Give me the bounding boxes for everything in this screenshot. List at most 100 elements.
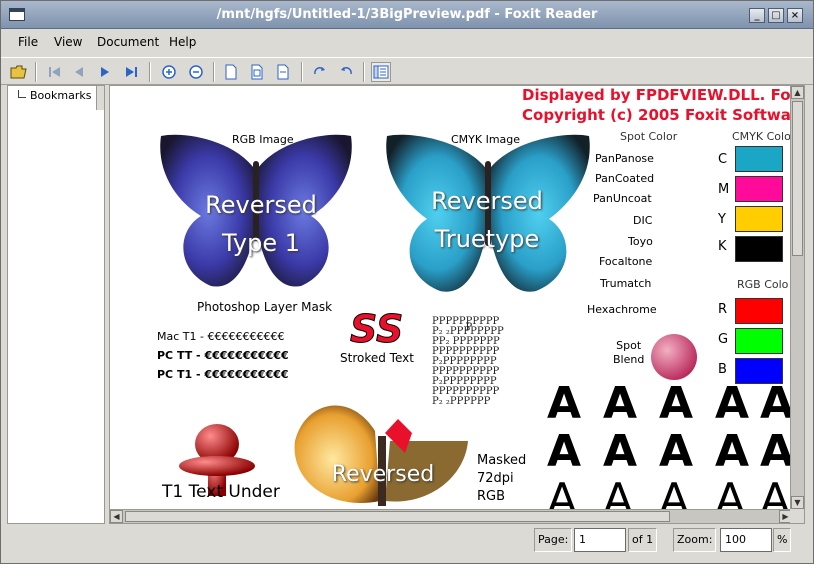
cmyk-letter-c: C <box>718 152 728 167</box>
rgb-color-label: RGB Colo <box>737 278 789 291</box>
document-viewer[interactable]: Displayed by FPDFVIEW.DLL. Fo Copyright … <box>109 85 805 524</box>
maximize-button[interactable]: □ <box>768 8 784 23</box>
mac-t1-line: Mac T1 - €€€€€€€€€€€ <box>157 330 285 343</box>
zoom-percent: % <box>773 528 792 552</box>
spot-name-7: Trumatch <box>600 277 652 290</box>
cmyk-letter-y: Y <box>718 212 726 227</box>
pc-tt-line: PC TT - €€€€€€€€€€€ <box>157 349 289 362</box>
scroll-corner <box>790 509 804 523</box>
bookmarks-panel-icon[interactable] <box>371 62 391 82</box>
glyph-a-9: A <box>715 426 750 477</box>
fit-page-icon[interactable] <box>247 62 267 82</box>
rgb-letter-b: B <box>718 362 727 377</box>
cmyk-color-label: CMYK Colo <box>732 130 791 143</box>
horizontal-scrollbar[interactable]: ◀ ▶ <box>110 509 792 523</box>
reversed-text: Reversed <box>331 462 435 487</box>
tree-connector <box>18 90 26 98</box>
scroll-left-icon[interactable]: ◀ <box>110 510 123 523</box>
header-line-2: Copyright (c) 2005 Foxit Software <box>522 106 792 124</box>
spot-name-6: Focaltone <box>599 255 653 268</box>
menu-document[interactable]: Document <box>97 35 159 49</box>
page-number-input[interactable]: 1 <box>574 528 626 552</box>
first-page-icon[interactable] <box>45 62 65 82</box>
rotate-cw-icon[interactable] <box>310 62 330 82</box>
fit-width-icon[interactable] <box>273 62 293 82</box>
pdf-page: Displayed by FPDFVIEW.DLL. Fo Copyright … <box>110 86 792 509</box>
spot-color-label: Spot Color <box>620 130 678 143</box>
glyph-a-8: A <box>659 426 694 477</box>
cmyk-swatch-k <box>735 236 783 262</box>
glyph-a-5: A <box>760 378 792 429</box>
photoshop-layer-mask-label: Photoshop Layer Mask <box>197 300 333 314</box>
scroll-up-icon[interactable]: ▲ <box>791 86 804 99</box>
sidebar-scrollbar[interactable] <box>96 86 104 110</box>
last-page-icon[interactable] <box>121 62 141 82</box>
cmyk-letter-m: M <box>718 182 730 197</box>
spot-name-1: PanPanose <box>595 152 654 165</box>
window-title: /mnt/hgfs/Untitled-1/3BigPreview.pdf - F… <box>216 7 598 22</box>
toolbar <box>1 57 813 85</box>
bookmarks-root[interactable]: Bookmarks <box>30 89 91 102</box>
page-count: of 1 <box>628 528 658 552</box>
glyph-a-3: A <box>659 378 694 429</box>
cmyk-letter-k: K <box>718 239 727 254</box>
spot-name-5: Toyo <box>628 235 653 248</box>
glyph-a-4: A <box>715 378 750 429</box>
zoom-label: Zoom: <box>673 528 717 552</box>
prev-page-icon[interactable] <box>69 62 89 82</box>
header-line-1: Displayed by FPDFVIEW.DLL. Fo <box>522 86 791 104</box>
menu-file[interactable]: File <box>18 35 38 49</box>
spot-name-4: DIC <box>633 214 653 227</box>
horizontal-scroll-thumb[interactable] <box>125 511 670 522</box>
zoom-in-icon[interactable] <box>159 62 179 82</box>
cmyk-swatch-c <box>735 146 783 172</box>
open-folder-icon[interactable] <box>9 62 29 82</box>
page-label: Page: <box>534 528 573 552</box>
rgb-letter-r: R <box>718 302 728 317</box>
glyph-a-2: A <box>603 378 638 429</box>
glyph-a-1: A <box>547 378 582 429</box>
glyph-a-11: A <box>547 474 578 509</box>
rotate-ccw-icon[interactable] <box>336 62 356 82</box>
glyph-a-15: A <box>760 474 791 509</box>
t1-text-under: T1 Text Under <box>162 482 280 502</box>
menu-help[interactable]: Help <box>169 35 196 49</box>
title-bar: /mnt/hgfs/Untitled-1/3BigPreview.pdf - F… <box>1 1 813 29</box>
cmyk-swatch-m <box>735 176 783 202</box>
zoom-out-icon[interactable] <box>186 62 206 82</box>
menu-bar: File View Document Help <box>1 31 813 55</box>
butterfly-2-text: Reversed Truetype <box>431 187 543 253</box>
spot-name-2: PanCoated <box>595 172 655 185</box>
glyph-a-10: A <box>760 426 792 477</box>
rgb-letter-g: G <box>718 332 729 347</box>
cmyk-swatch-y <box>735 206 783 232</box>
minimize-button[interactable]: _ <box>749 8 765 23</box>
spot-blend-label: Spot Blend <box>613 339 645 366</box>
app-window: /mnt/hgfs/Untitled-1/3BigPreview.pdf - F… <box>0 0 814 564</box>
butterfly-1-text: Reversed Type 1 <box>205 191 317 257</box>
rgb-swatch-r <box>735 298 783 324</box>
stroked-ss-text: SS <box>349 307 404 351</box>
glyph-a-13: A <box>659 474 690 509</box>
bookmarks-panel: Bookmarks <box>7 85 105 524</box>
masked-72dpi-rgb-label: Masked 72dpi RGB <box>477 453 527 504</box>
spot-name-8: Hexachrome <box>587 303 657 316</box>
vertical-scroll-thumb[interactable] <box>792 101 803 256</box>
pc-t1-line: PC T1 - €€€€€€€€€€€ <box>157 368 289 381</box>
stroked-text-label: Stroked Text <box>340 351 414 365</box>
spot-blend-ball <box>651 334 697 380</box>
spot-name-3: PanUncoat <box>593 192 652 205</box>
menu-view[interactable]: View <box>54 35 82 49</box>
status-bar: Page: 1 of 1 Zoom: 100 % <box>1 525 813 563</box>
next-page-icon[interactable] <box>95 62 115 82</box>
glyph-a-14: A <box>715 474 746 509</box>
rgb-swatch-g <box>735 328 783 354</box>
scroll-down-icon[interactable]: ▼ <box>791 496 804 509</box>
glyph-a-7: A <box>603 426 638 477</box>
glyph-a-6: A <box>547 426 582 477</box>
actual-size-icon[interactable] <box>221 62 241 82</box>
close-button[interactable]: × <box>787 8 803 23</box>
glyph-a-12: A <box>603 474 634 509</box>
zoom-input[interactable]: 100 <box>720 528 772 552</box>
vertical-scrollbar[interactable]: ▲ ▼ <box>790 86 804 509</box>
